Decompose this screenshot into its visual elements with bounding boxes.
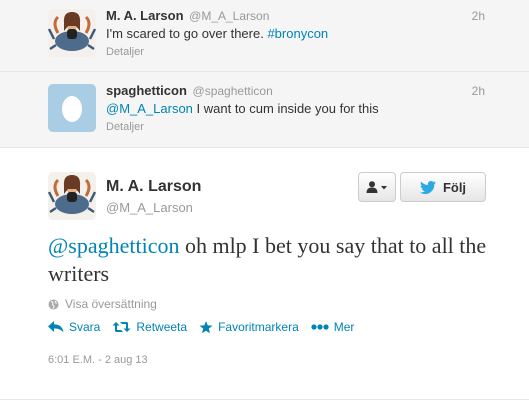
tweet-text: I'm scared to go over there. #bronycon bbox=[106, 26, 328, 41]
tweet-text-body: I want to cum inside you for this bbox=[192, 101, 379, 116]
reply-label: Svara bbox=[69, 320, 101, 334]
retweet-button[interactable]: Retweeta bbox=[112, 320, 187, 334]
tweet-timestamp[interactable]: 6:01 E.M. - 2 aug 13 bbox=[48, 354, 148, 366]
author-fullname[interactable]: spaghetticon bbox=[106, 83, 187, 98]
translate-label: Visa översättning bbox=[65, 297, 157, 311]
context-tweet[interactable]: spaghetticon @spaghetticon 2h @M_A_Larso… bbox=[0, 72, 529, 148]
details-link[interactable]: Detaljer bbox=[106, 46, 144, 58]
translate-link[interactable]: Visa översättning bbox=[48, 297, 157, 311]
tweet-text: @spaghetticon oh mlp I bet you say that … bbox=[48, 232, 488, 288]
reply-button[interactable]: Svara bbox=[48, 320, 100, 334]
retweet-label: Retweeta bbox=[136, 320, 188, 334]
user-actions-dropdown[interactable] bbox=[358, 172, 396, 202]
user-icon bbox=[366, 181, 387, 193]
author-handle[interactable]: @M_A_Larson bbox=[189, 9, 269, 23]
tweet-time[interactable]: 2h bbox=[472, 84, 485, 98]
mention-link[interactable]: @M_A_Larson bbox=[106, 101, 193, 116]
star-icon bbox=[199, 320, 213, 333]
tweet-actions: Svara Retweeta Favoritmarkera Mer bbox=[48, 320, 366, 334]
hashtag-link[interactable]: #bronycon bbox=[267, 26, 328, 41]
author-fullname[interactable]: M. A. Larson bbox=[106, 178, 201, 196]
retweet-icon bbox=[112, 322, 131, 332]
avatar[interactable] bbox=[48, 84, 96, 132]
author-handle[interactable]: @spaghetticon bbox=[193, 84, 273, 98]
context-tweet[interactable]: M. A. Larson @M_A_Larson 2h I'm scared t… bbox=[0, 0, 529, 72]
favorite-button[interactable]: Favoritmarkera bbox=[199, 320, 299, 334]
author-handle[interactable]: @M_A_Larson bbox=[106, 200, 193, 215]
tweet-text: @M_A_Larson I want to cum inside you for… bbox=[106, 101, 379, 116]
author-fullname[interactable]: M. A. Larson bbox=[106, 8, 184, 23]
details-link[interactable]: Detaljer bbox=[106, 121, 144, 133]
reply-icon bbox=[48, 321, 64, 333]
avatar[interactable] bbox=[48, 9, 96, 57]
favorite-label: Favoritmarkera bbox=[218, 320, 299, 334]
more-label: Mer bbox=[333, 320, 355, 334]
follow-label: Följ bbox=[442, 179, 467, 195]
more-button[interactable]: Mer bbox=[311, 320, 355, 334]
more-dots-icon bbox=[311, 324, 329, 330]
globe-icon bbox=[48, 299, 59, 310]
mention-link[interactable]: @spaghetticon bbox=[48, 233, 179, 258]
permalink-tweet: M. A. Larson @M_A_Larson Följ @spaghetti… bbox=[0, 148, 529, 400]
tweet-time[interactable]: 2h bbox=[472, 9, 485, 23]
tweet-text-body: I'm scared to go over there. bbox=[106, 26, 268, 41]
avatar[interactable] bbox=[48, 172, 96, 220]
follow-button[interactable]: Följ bbox=[400, 172, 486, 202]
twitter-bird-icon bbox=[419, 180, 436, 194]
